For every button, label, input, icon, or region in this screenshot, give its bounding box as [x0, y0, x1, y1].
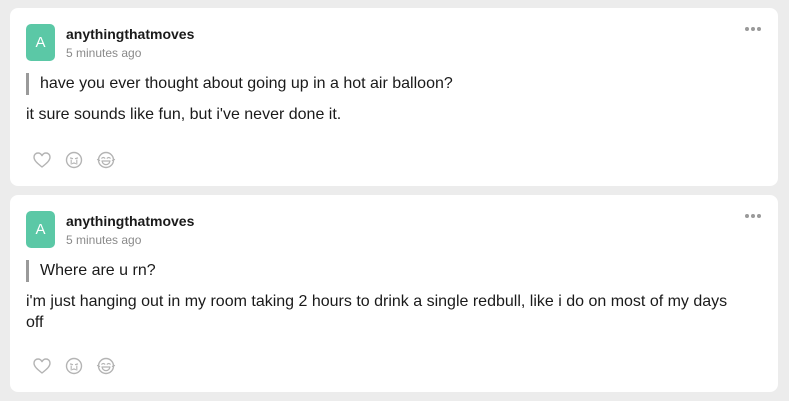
username[interactable]: anythingthatmoves [66, 213, 194, 229]
avatar[interactable]: A [26, 211, 55, 248]
laughing-face-icon[interactable] [96, 150, 116, 170]
reply-text: it sure sounds like fun, but i've never … [26, 106, 342, 123]
username[interactable]: anythingthatmoves [66, 26, 194, 42]
post-card: A anythingthatmoves 5 minutes ago have y… [10, 8, 778, 186]
more-options-icon[interactable] [742, 22, 764, 34]
timestamp: 5 minutes ago [66, 46, 142, 60]
reply-text: i'm just hanging out in my room taking 2… [26, 293, 728, 331]
sad-face-icon[interactable] [64, 150, 84, 170]
more-options-icon[interactable] [742, 209, 764, 221]
quoted-prompt: have you ever thought about going up in … [26, 73, 453, 95]
avatar[interactable]: A [26, 24, 55, 61]
post-card: A anythingthatmoves 5 minutes ago Where … [10, 195, 778, 392]
quoted-prompt: Where are u rn? [26, 260, 156, 282]
timestamp: 5 minutes ago [66, 233, 142, 247]
heart-icon[interactable] [32, 356, 52, 376]
post-feed: A anythingthatmoves 5 minutes ago have y… [10, 8, 778, 401]
laughing-face-icon[interactable] [96, 356, 116, 376]
sad-face-icon[interactable] [64, 356, 84, 376]
heart-icon[interactable] [32, 150, 52, 170]
